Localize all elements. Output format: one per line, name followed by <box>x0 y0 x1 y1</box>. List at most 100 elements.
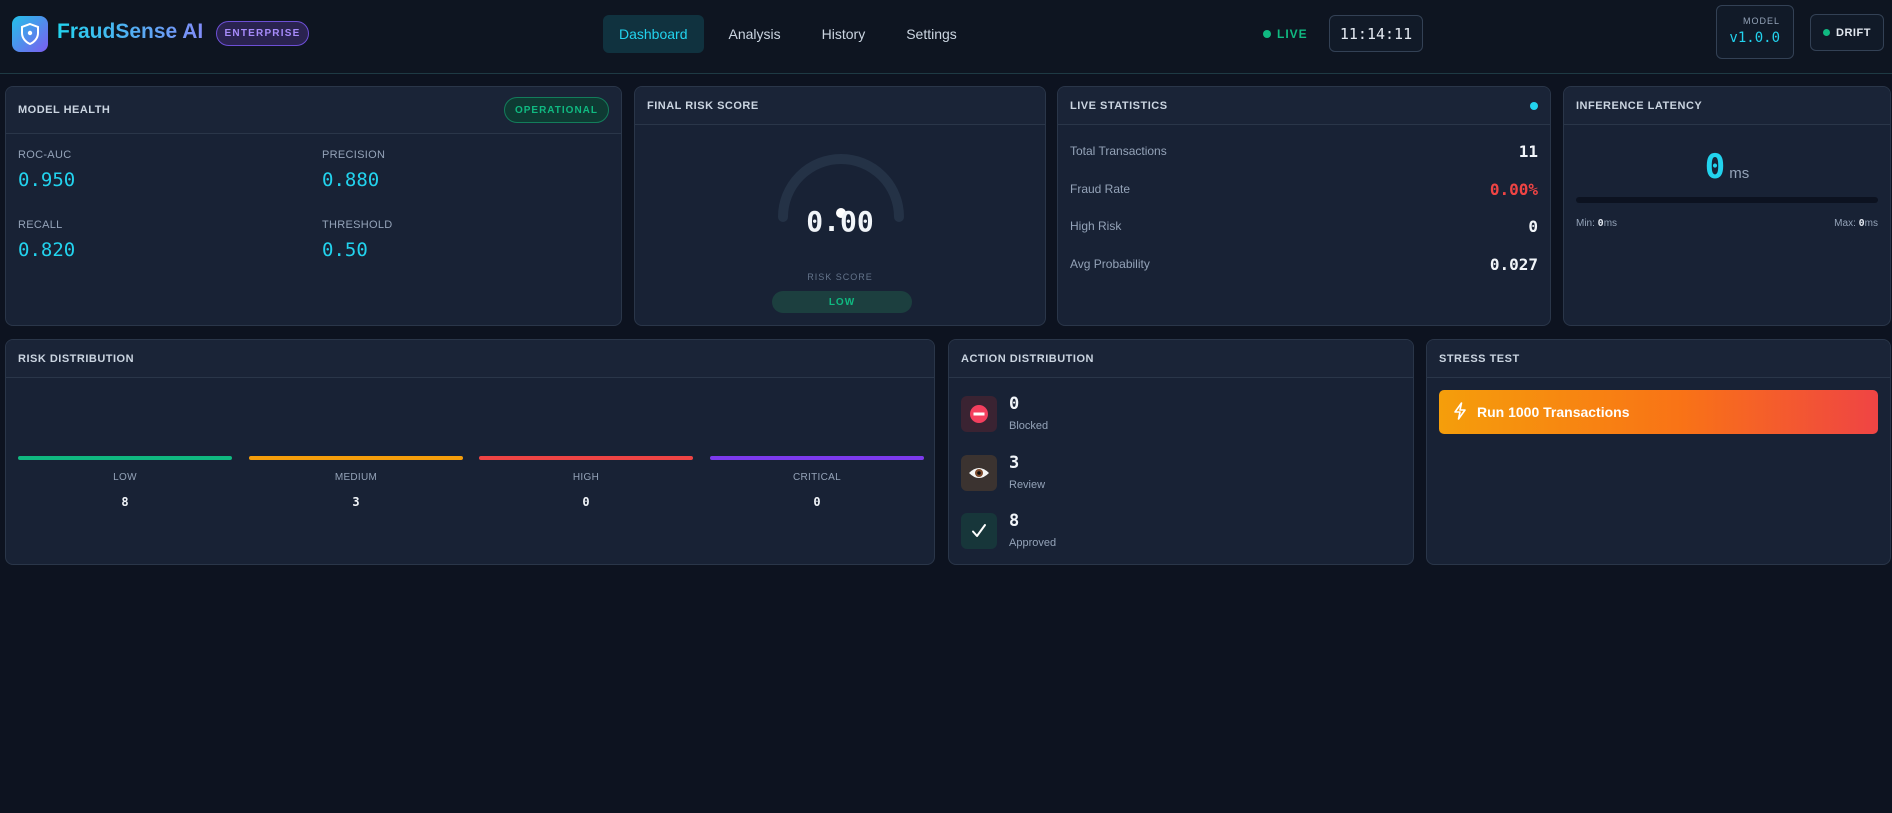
model-version-box: MODEL v1.0.0 <box>1716 5 1794 59</box>
metric-value: 0.820 <box>18 239 76 261</box>
latency-value: 0 <box>1704 147 1726 187</box>
top-header: FraudSense AI ENTERPRISE Dashboard Analy… <box>0 0 1892 74</box>
edition-badge: ENTERPRISE <box>216 21 309 46</box>
dist-bar-low <box>18 456 232 460</box>
dist-label: MEDIUM <box>334 472 378 483</box>
run-stress-test-label: Run 1000 Transactions <box>1477 404 1630 420</box>
dist-value: 0 <box>582 495 590 509</box>
stat-value: 11 <box>1518 141 1538 161</box>
eye-icon <box>961 455 997 491</box>
model-health-card: MODEL HEALTH OPERATIONAL ROC-AUC 0.950 P… <box>5 86 622 326</box>
clock: 11:14:11 <box>1329 15 1423 52</box>
metric-label: PRECISION <box>322 149 386 161</box>
live-dot-icon <box>1263 30 1271 38</box>
risk-distribution-header: RISK DISTRIBUTION <box>6 340 934 378</box>
risk-distribution-card: RISK DISTRIBUTION LOW 8 MEDIUM 3 HIGH 0 … <box>5 339 935 565</box>
metric-roc-auc: ROC-AUC 0.950 <box>18 149 75 191</box>
action-value: 3 <box>1009 453 1020 473</box>
latency-max-label: Max: <box>1834 218 1859 229</box>
nav-history[interactable]: History <box>806 15 882 53</box>
metric-recall: RECALL 0.820 <box>18 219 75 261</box>
latency-min-label: Min: <box>1576 218 1598 229</box>
dist-value: 0 <box>813 495 821 509</box>
stat-avg-probability: Avg Probability 0.027 <box>1070 254 1538 274</box>
latency-min-unit: ms <box>1603 218 1618 229</box>
stat-label: Avg Probability <box>1070 257 1150 271</box>
risk-score-header: FINAL RISK SCORE <box>635 87 1045 125</box>
main-nav: Dashboard Analysis History Settings <box>603 15 982 53</box>
stat-label: Total Transactions <box>1070 144 1167 158</box>
action-distribution-card: ACTION DISTRIBUTION 0 Blocked 3 Review 8… <box>948 339 1414 565</box>
nav-analysis[interactable]: Analysis <box>713 15 797 53</box>
stat-high-risk: High Risk 0 <box>1070 216 1538 236</box>
risk-score-card: FINAL RISK SCORE 0.00 RISK SCORE LOW <box>634 86 1046 326</box>
dist-value: 8 <box>121 495 129 509</box>
drift-button[interactable]: DRIFT <box>1810 14 1884 51</box>
latency-bar <box>1576 197 1878 203</box>
metric-value: 0.50 <box>322 239 368 261</box>
action-value: 0 <box>1009 394 1020 414</box>
metric-label: ROC-AUC <box>18 149 72 161</box>
live-stats-header: LIVE STATISTICS <box>1058 87 1550 125</box>
stat-value: 0.00% <box>1489 179 1538 199</box>
live-label: LIVE <box>1277 27 1308 41</box>
status-badge: OPERATIONAL <box>503 97 609 123</box>
model-health-header: MODEL HEALTH OPERATIONAL <box>6 87 621 134</box>
live-stats-title: LIVE STATISTICS <box>1070 99 1168 112</box>
dist-bar-critical <box>710 456 924 460</box>
stress-test-card: STRESS TEST Run 1000 Transactions <box>1426 339 1891 565</box>
latency-max-unit: ms <box>1864 218 1878 229</box>
metric-value: 0.950 <box>18 169 76 191</box>
latency-unit: ms <box>1729 165 1750 182</box>
stat-value: 0.027 <box>1489 254 1538 274</box>
nav-dashboard[interactable]: Dashboard <box>603 15 704 53</box>
risk-score-value: 0.00 <box>806 205 874 238</box>
action-value: 8 <box>1009 511 1020 531</box>
metric-precision: PRECISION 0.880 <box>322 149 385 191</box>
stat-label: High Risk <box>1070 219 1122 233</box>
action-label: Review <box>1009 479 1046 491</box>
stat-label: Fraud Rate <box>1070 182 1131 196</box>
dist-bar-high <box>479 456 693 460</box>
stat-value: 0 <box>1528 216 1538 236</box>
drift-dot-icon <box>1823 29 1831 36</box>
live-stats-card: LIVE STATISTICS Total Transactions 11 Fr… <box>1057 86 1551 326</box>
dist-high: HIGH 0 <box>479 456 693 509</box>
latency-header: INFERENCE LATENCY <box>1564 87 1890 125</box>
model-health-title: MODEL HEALTH <box>18 104 111 116</box>
action-label: Approved <box>1009 537 1057 549</box>
action-distribution-title: ACTION DISTRIBUTION <box>961 352 1094 365</box>
stat-fraud-rate: Fraud Rate 0.00% <box>1070 179 1538 199</box>
stress-test-header: STRESS TEST <box>1427 340 1890 378</box>
live-pulse-icon <box>1530 101 1538 110</box>
shield-logo-icon <box>12 16 48 52</box>
drift-label: DRIFT <box>1836 26 1871 39</box>
dist-label: CRITICAL <box>793 472 841 483</box>
nav-settings[interactable]: Settings <box>890 15 973 53</box>
metric-label: RECALL <box>18 219 63 231</box>
metric-threshold: THRESHOLD 0.50 <box>322 219 393 261</box>
no-entry-icon <box>961 396 997 432</box>
action-distribution-header: ACTION DISTRIBUTION <box>949 340 1413 378</box>
dist-bar-medium <box>249 456 463 460</box>
dist-label: HIGH <box>572 472 600 483</box>
dist-label: LOW <box>113 472 137 483</box>
dist-critical: CRITICAL 0 <box>710 456 924 509</box>
risk-level-badge: LOW <box>772 291 912 313</box>
metric-value: 0.880 <box>322 169 380 191</box>
latency-card: INFERENCE LATENCY 0 ms Min: 0ms Max: 0ms <box>1563 86 1891 326</box>
latency-min: Min: 0ms <box>1576 218 1617 229</box>
live-indicator: LIVE <box>1263 25 1308 43</box>
risk-score-label: RISK SCORE <box>807 272 873 282</box>
risk-distribution-title: RISK DISTRIBUTION <box>18 352 135 365</box>
stat-total-transactions: Total Transactions 11 <box>1070 141 1538 161</box>
stress-test-title: STRESS TEST <box>1439 352 1520 365</box>
run-stress-test-button[interactable]: Run 1000 Transactions <box>1439 390 1878 434</box>
dist-medium: MEDIUM 3 <box>249 456 463 509</box>
metric-label: THRESHOLD <box>322 219 393 231</box>
model-version: v1.0.0 <box>1729 30 1780 46</box>
model-label: MODEL <box>1742 16 1780 26</box>
risk-score-title: FINAL RISK SCORE <box>647 99 759 112</box>
checkmark-icon <box>961 513 997 549</box>
latency-value-block: 0 ms <box>1564 147 1890 187</box>
